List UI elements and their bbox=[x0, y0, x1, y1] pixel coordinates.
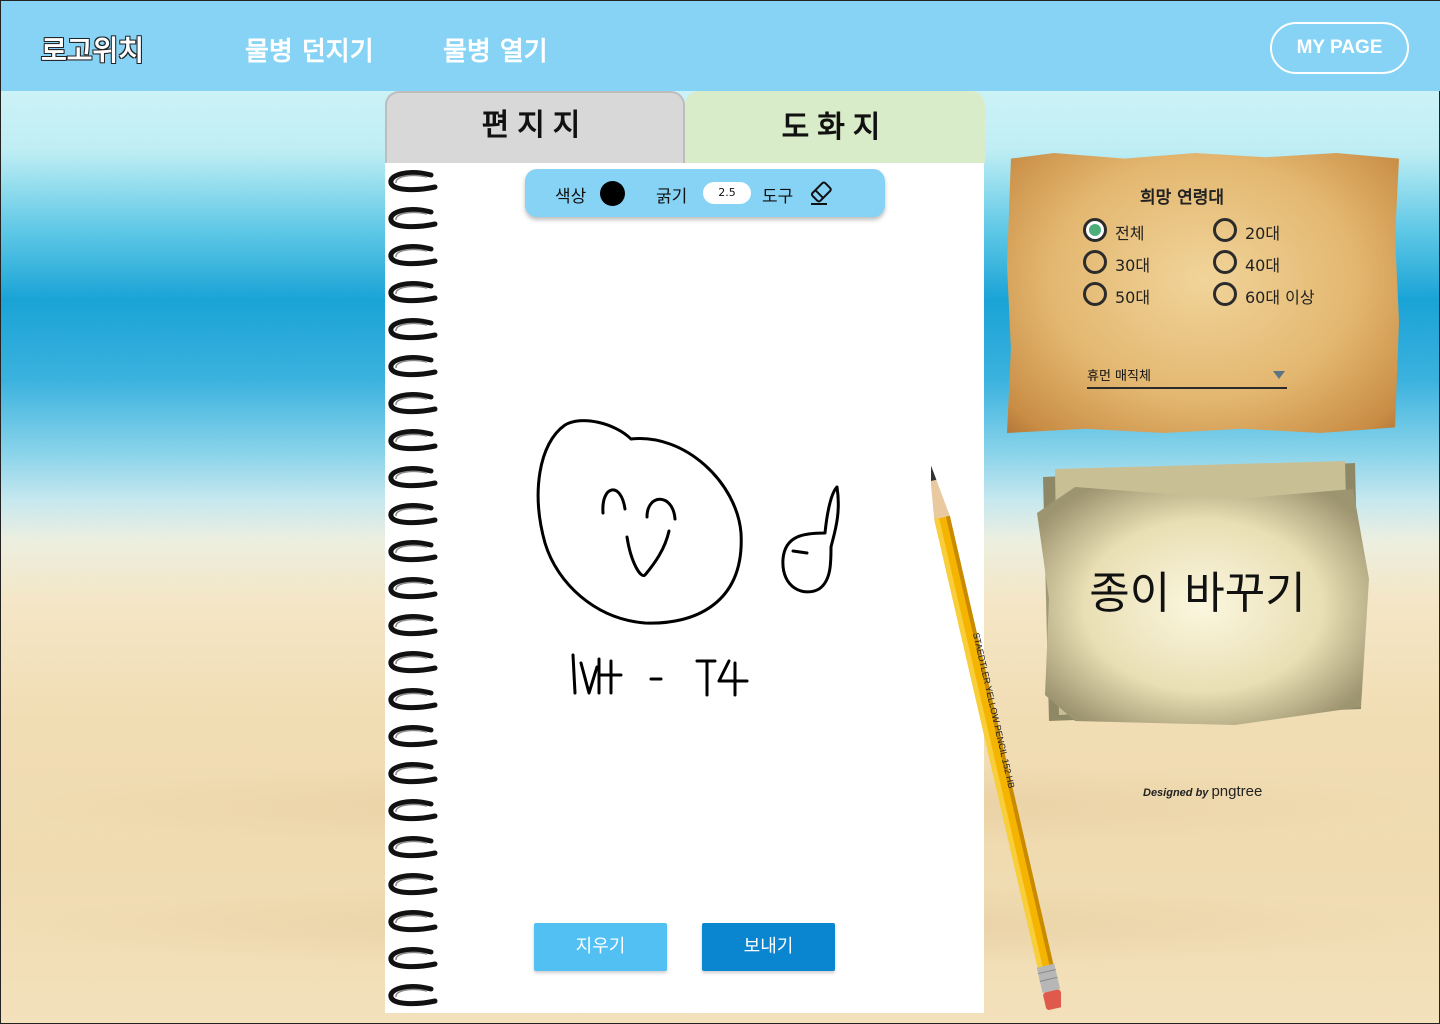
radio-label: 전체 bbox=[1115, 224, 1145, 243]
send-button[interactable]: 보내기 bbox=[702, 923, 835, 971]
credit-brand: pngtree bbox=[1211, 783, 1263, 800]
radio-age-50s[interactable] bbox=[1083, 282, 1107, 306]
radio-label: 40대 bbox=[1245, 256, 1281, 275]
radio-age-60s-plus[interactable] bbox=[1213, 282, 1237, 306]
clear-button[interactable]: 지우기 bbox=[534, 923, 667, 971]
radio-age-all[interactable] bbox=[1083, 218, 1107, 242]
credit-prefix: Designed by bbox=[1143, 787, 1209, 799]
radio-age-30s[interactable] bbox=[1083, 250, 1107, 274]
drawing-canvas[interactable] bbox=[385, 163, 984, 1013]
font-select[interactable]: 휴먼 매직체 bbox=[1087, 365, 1287, 389]
tab-letter-paper[interactable]: 편지지 bbox=[385, 91, 685, 163]
drawing-paper: 색상 굵기 2.5 도구 지우기 보내기 bbox=[385, 163, 984, 1013]
top-navigation-bar: 로고위치 물병 던지기 물병 열기 MY PAGE bbox=[1, 1, 1440, 91]
my-page-button[interactable]: MY PAGE bbox=[1270, 22, 1409, 74]
nav-open-bottle[interactable]: 물병 열기 bbox=[443, 31, 548, 68]
age-filter-panel: 희망 연령대 전체 20대 30대 40대 50대 60대 이상 휴먼 매직체 bbox=[1007, 153, 1399, 433]
radio-age-20s[interactable] bbox=[1213, 218, 1237, 242]
tab-drawing-paper[interactable]: 도화지 bbox=[685, 91, 985, 163]
radio-label: 20대 bbox=[1245, 224, 1281, 243]
chevron-down-icon bbox=[1273, 371, 1285, 379]
logo[interactable]: 로고위치 bbox=[41, 29, 144, 69]
radio-label: 60대 이상 bbox=[1245, 288, 1315, 307]
change-paper-button[interactable]: 종이 바꾸기 bbox=[1035, 557, 1360, 621]
nav-throw-bottle[interactable]: 물병 던지기 bbox=[245, 31, 374, 68]
radio-label: 50대 bbox=[1115, 288, 1151, 307]
font-select-value: 휴먼 매직체 bbox=[1087, 369, 1151, 384]
radio-age-40s[interactable] bbox=[1213, 250, 1237, 274]
radio-label: 30대 bbox=[1115, 256, 1151, 275]
designer-credit: Designed by pngtree bbox=[1143, 783, 1262, 800]
age-panel-title: 희망 연령대 bbox=[1139, 188, 1225, 208]
